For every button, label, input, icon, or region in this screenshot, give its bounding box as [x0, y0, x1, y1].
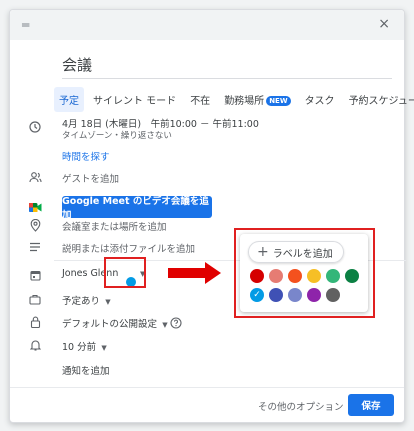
reminder-select[interactable]: 10 分前 ▼ [62, 339, 107, 353]
add-notification-link[interactable]: 通知を追加 [62, 363, 110, 377]
availability-select[interactable]: 予定あり ▼ [62, 293, 111, 307]
title-underline [62, 78, 392, 79]
timezone-repeat[interactable]: タイムゾーン・繰り返さない [62, 129, 172, 141]
visibility-select[interactable]: デフォルトの公開設定 ▼ [62, 316, 168, 330]
event-title[interactable]: 会議 [62, 54, 92, 75]
location-pin-icon [28, 218, 42, 232]
bell-icon [28, 338, 42, 352]
calendar-icon [28, 268, 42, 282]
highlight-box-color-button [104, 257, 146, 288]
availability-value: 予定あり [62, 296, 101, 307]
chevron-down-icon: ▼ [99, 344, 107, 352]
highlight-box-color-picker [234, 228, 375, 318]
drag-handle-icon[interactable]: ═ [22, 18, 29, 32]
lock-icon [28, 315, 42, 329]
tab-focus-time[interactable]: サイレント モード [88, 87, 181, 112]
chevron-down-icon: ▼ [160, 321, 168, 329]
event-type-tabs: 予定 サイレント モード 不在 勤務場所NEW タスク 予約スケジュール [54, 87, 414, 112]
new-badge: NEW [266, 96, 291, 106]
reminder-value: 10 分前 [62, 342, 97, 353]
find-time-link[interactable]: 時間を探す [62, 149, 110, 163]
tab-appointment-schedule[interactable]: 予約スケジュール [344, 87, 414, 112]
red-arrow-head [205, 262, 221, 284]
description-field[interactable]: 説明または添付ファイルを追加 [62, 241, 195, 255]
location-field[interactable]: 会議室または場所を追加 [62, 219, 167, 233]
close-icon[interactable]: × [378, 16, 390, 32]
tab-task[interactable]: タスク [300, 87, 340, 112]
tab-out-of-office[interactable]: 不在 [185, 87, 215, 112]
event-dialog: ═ × 会議 予定 サイレント モード 不在 勤務場所 NEW タスク 予約スケジ… [9, 9, 414, 423]
event-datetime[interactable]: 4月 18日 (木曜日) 午前10:00 － 午前11:00 [62, 116, 259, 130]
tab-working-location-label: 勤務場所 [224, 96, 265, 107]
dialog-topbar[interactable]: ═ × [10, 10, 404, 40]
tab-event[interactable]: 予定 [54, 87, 84, 112]
people-icon [28, 170, 42, 184]
save-button[interactable]: 保存 [348, 394, 394, 416]
red-arrow-shaft [168, 268, 206, 278]
add-google-meet-button[interactable]: Google Meet のビデオ会議を追加 [62, 196, 212, 221]
add-guests-field[interactable]: ゲストを追加 [62, 171, 119, 185]
description-icon [28, 240, 42, 254]
visibility-value: デフォルトの公開設定 [62, 319, 158, 330]
footer-divider [10, 387, 404, 388]
chevron-down-icon: ▼ [103, 298, 111, 306]
help-icon[interactable] [170, 314, 182, 333]
clock-icon [28, 120, 42, 134]
tab-working-location[interactable]: 勤務場所 NEW [219, 87, 295, 112]
google-meet-icon [28, 200, 42, 214]
briefcase-icon [28, 292, 42, 306]
more-options-button[interactable]: その他のオプション [258, 399, 344, 413]
